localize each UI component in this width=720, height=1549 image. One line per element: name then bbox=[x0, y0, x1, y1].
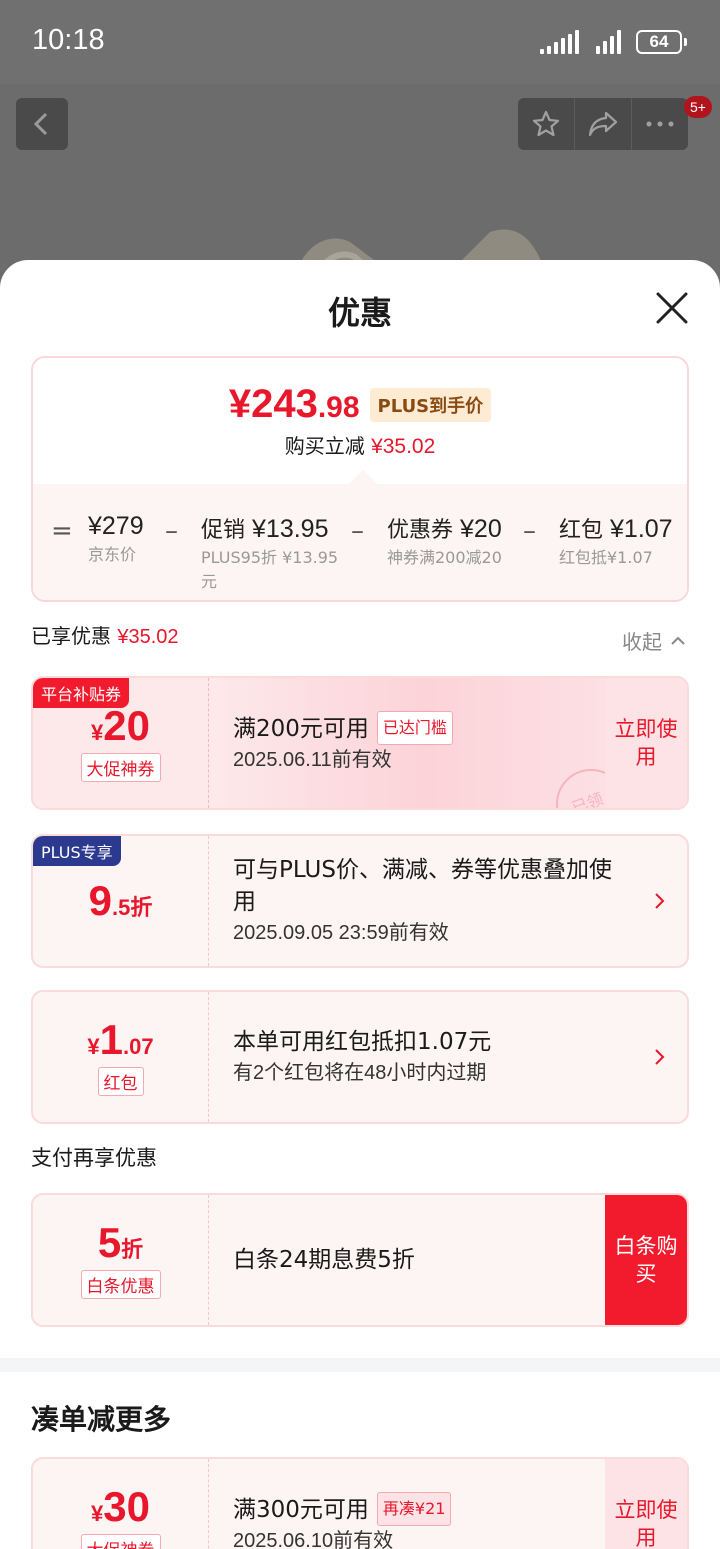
close-icon[interactable] bbox=[654, 290, 690, 326]
minus-sign: – bbox=[165, 516, 178, 546]
minus-sign: – bbox=[523, 516, 536, 546]
bundle-coupon-expiry: 2025.06.10前有效 bbox=[233, 1530, 394, 1549]
bundle-coupon-tag: 大促神券 bbox=[80, 1533, 161, 1549]
sheet-title: 优惠 bbox=[327, 294, 392, 332]
plus-price-tag: PLUS到手价 bbox=[369, 387, 492, 422]
baitiao-card: 5折 白条优惠 白条24期息费5折 白条购买 bbox=[31, 1193, 689, 1327]
plus-discount-card[interactable]: PLUS专享 9.5折 可与PLUS价、满减、券等优惠叠加使用 2025.09.… bbox=[31, 834, 689, 968]
more-dots-icon bbox=[646, 121, 674, 127]
chevron-right-icon bbox=[655, 893, 665, 909]
bundle-coupon-amount: ¥30 bbox=[91, 1482, 150, 1530]
signal-2-icon bbox=[596, 30, 621, 54]
signal-1-icon bbox=[540, 30, 579, 54]
enjoyed-discount: 已享优惠 ¥35.02 bbox=[31, 624, 179, 648]
status-time: 10:18 bbox=[32, 24, 105, 56]
minus-sign: – bbox=[351, 516, 364, 546]
price-summary: ¥243.98 PLUS到手价 购买立减 ¥35.02 = ¥279 京东价 –… bbox=[31, 356, 689, 602]
baitiao-description: 白条24期息费5折 bbox=[233, 1247, 415, 1273]
section-divider bbox=[0, 1358, 720, 1372]
threshold-met-badge: 已达门槛 bbox=[376, 711, 453, 745]
chevron-right-icon bbox=[655, 1049, 665, 1065]
add-more-badge: 再凑¥21 bbox=[376, 1492, 452, 1526]
coupon-tag: 大促神券 bbox=[80, 752, 161, 782]
breakdown-promotion: 促销 ¥13.95 PLUS95折 ¥13.95元 bbox=[201, 515, 339, 591]
notification-badge: 5+ bbox=[684, 96, 712, 118]
more-savings-heading: 凑单减更多 bbox=[31, 1403, 172, 1436]
red-packet-description: 本单可用红包抵扣1.07元 bbox=[233, 1029, 492, 1055]
back-button[interactable] bbox=[16, 98, 68, 150]
instant-reduce: 购买立减 ¥35.02 bbox=[284, 434, 436, 458]
share-button[interactable] bbox=[575, 98, 632, 150]
baitiao-discount-rate: 5折 bbox=[97, 1218, 144, 1266]
more-button[interactable] bbox=[632, 98, 688, 150]
star-icon bbox=[532, 110, 560, 137]
baitiao-buy-button[interactable]: 白条购买 bbox=[605, 1195, 687, 1325]
chevron-up-icon bbox=[671, 636, 685, 645]
coupon-condition: 满200元可用 bbox=[233, 716, 369, 742]
red-packet-amount: ¥1.07 bbox=[87, 1015, 154, 1063]
favorite-button[interactable] bbox=[518, 98, 575, 150]
bundle-coupon-card: ¥30 大促神券 满300元可用再凑¥21 2025.06.10前有效 立即使用 bbox=[31, 1457, 689, 1549]
bundle-coupon-condition: 满300元可用 bbox=[233, 1497, 369, 1523]
discount-sheet: 优惠 ¥243.98 PLUS到手价 购买立减 ¥35.02 = ¥279 京东… bbox=[0, 260, 720, 1549]
red-packet-card[interactable]: ¥1.07 红包 本单可用红包抵扣1.07元 有2个红包将在48小时内过期 bbox=[31, 990, 689, 1124]
baitiao-tag: 白条优惠 bbox=[80, 1269, 161, 1299]
plus-description: 可与PLUS价、满减、券等优惠叠加使用 bbox=[233, 857, 612, 915]
share-icon bbox=[588, 111, 618, 137]
plus-discount-rate: 9.5折 bbox=[88, 877, 153, 924]
pay-discount-heading: 支付再享优惠 bbox=[31, 1146, 157, 1170]
use-now-button[interactable]: 立即使用 bbox=[605, 1459, 687, 1549]
battery-icon: 64 bbox=[636, 30, 687, 54]
equals-sign: = bbox=[51, 516, 73, 546]
plus-expiry: 2025.09.05 23:59前有效 bbox=[233, 922, 449, 944]
top-actions-bar bbox=[518, 98, 688, 150]
red-packet-tag: 红包 bbox=[97, 1066, 144, 1096]
price-breakdown: = ¥279 京东价 – 促销 ¥13.95 PLUS95折 ¥13.95元 –… bbox=[33, 498, 687, 598]
breakdown-coupon: 优惠券 ¥20 神券满200减20 bbox=[387, 515, 502, 567]
coupon-card-platform: 平台补贴券 ¥20 大促神券 满200元可用 已达门槛 2025.06.11前有效… bbox=[31, 676, 689, 810]
coupon-expiry: 2025.06.11前有效 bbox=[233, 749, 392, 771]
breakdown-red-packet: 红包 ¥1.07 红包抵¥1.07 bbox=[559, 515, 673, 567]
coupon-amount: ¥20 bbox=[91, 701, 150, 749]
collapse-button[interactable]: 收起 bbox=[622, 626, 686, 655]
breakdown-jd-price: ¥279 京东价 bbox=[88, 512, 144, 564]
chevron-left-icon bbox=[33, 112, 48, 136]
status-bar: 10:18 64 bbox=[0, 0, 720, 84]
red-packet-expiry-note: 有2个红包将在48小时内过期 bbox=[233, 1062, 487, 1084]
final-price: ¥243.98 bbox=[228, 382, 360, 426]
use-now-button[interactable]: 立即使用 bbox=[605, 678, 687, 808]
